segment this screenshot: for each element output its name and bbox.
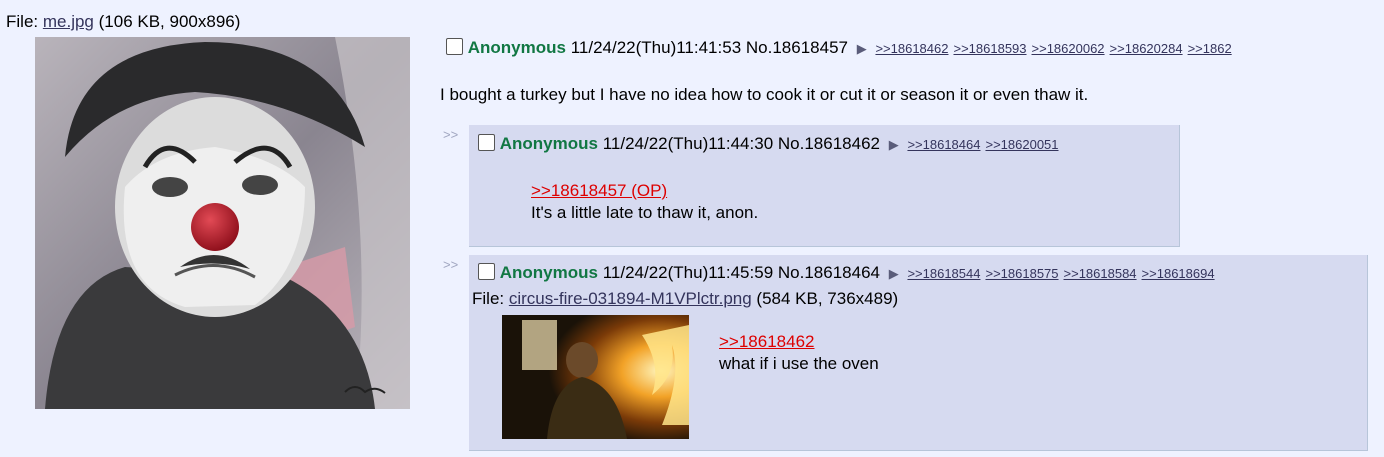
op-comment: I bought a turkey but I have no idea how… xyxy=(440,85,1089,104)
post-menu-arrow-icon[interactable]: ▶ xyxy=(889,266,899,282)
reply-comment: >>18618457 (OP) It's a little late to th… xyxy=(531,180,758,224)
poster-name: Anonymous xyxy=(499,263,598,282)
backlink[interactable]: >>18618464 xyxy=(907,137,980,152)
reply-side-arrows: >> xyxy=(443,127,459,142)
post-number[interactable]: No.18618464 xyxy=(778,263,880,282)
checkbox-icon[interactable] xyxy=(478,263,495,280)
circus-fire-image xyxy=(502,315,689,439)
reply-image-thumbnail[interactable] xyxy=(502,315,689,439)
backlink[interactable]: >>18618462 xyxy=(875,41,948,56)
op-file-info: File: me.jpg (106 KB, 900x896) xyxy=(6,12,240,32)
file-label: File: xyxy=(472,289,505,308)
reply-side-arrows: >> xyxy=(443,257,459,272)
checkbox-icon[interactable] xyxy=(446,38,463,55)
post-datetime: 11/24/22(Thu)11:41:53 xyxy=(570,38,742,57)
post-menu-arrow-icon[interactable]: ▶ xyxy=(857,41,867,57)
file-label: File: xyxy=(6,12,39,31)
reply-comment: >>18618462 what if i use the oven xyxy=(719,331,879,375)
reply-file-info: File: circus-fire-031894-M1VPlctr.png (5… xyxy=(472,289,898,309)
poster-name: Anonymous xyxy=(499,134,598,153)
quote-link[interactable]: >>18618462 xyxy=(719,332,815,351)
op-file-link[interactable]: me.jpg xyxy=(43,12,94,31)
checkbox-icon[interactable] xyxy=(478,134,495,151)
comment-text: It's a little late to thaw it, anon. xyxy=(531,203,759,222)
reply-post: Anonymous 11/24/22(Thu)11:45:59 No.18618… xyxy=(469,255,1368,451)
file-meta: (584 KB, 736x489) xyxy=(756,289,899,308)
comment-text: what if i use the oven xyxy=(719,354,879,373)
backlink[interactable]: >>18618694 xyxy=(1142,266,1215,281)
post-number[interactable]: No.18618462 xyxy=(778,134,880,153)
backlink[interactable]: >>1862 xyxy=(1188,41,1232,56)
reply-file-link[interactable]: circus-fire-031894-M1VPlctr.png xyxy=(509,289,752,308)
op-post-header: Anonymous 11/24/22(Thu)11:41:53 No.18618… xyxy=(446,38,1237,58)
quote-link[interactable]: >>18618457 (OP) xyxy=(531,181,667,200)
file-meta: (106 KB, 900x896) xyxy=(98,12,241,31)
backlink[interactable]: >>18620051 xyxy=(985,137,1058,152)
post-datetime: 11/24/22(Thu)11:44:30 xyxy=(602,134,774,153)
post-number[interactable]: No.18618457 xyxy=(746,38,848,57)
reply-header: Anonymous 11/24/22(Thu)11:44:30 No.18618… xyxy=(478,134,1064,154)
backlink[interactable]: >>18618544 xyxy=(907,266,980,281)
poster-name: Anonymous xyxy=(467,38,566,57)
reply-post: Anonymous 11/24/22(Thu)11:44:30 No.18618… xyxy=(469,125,1180,247)
backlink[interactable]: >>18618575 xyxy=(985,266,1058,281)
backlink[interactable]: >>18620284 xyxy=(1110,41,1183,56)
backlink[interactable]: >>18618593 xyxy=(953,41,1026,56)
sad-clown-image xyxy=(35,37,410,409)
post-menu-arrow-icon[interactable]: ▶ xyxy=(889,137,899,153)
post-datetime: 11/24/22(Thu)11:45:59 xyxy=(602,263,774,282)
backlink[interactable]: >>18620062 xyxy=(1032,41,1105,56)
op-image-thumbnail[interactable] xyxy=(35,37,410,409)
backlink[interactable]: >>18618584 xyxy=(1064,266,1137,281)
reply-header: Anonymous 11/24/22(Thu)11:45:59 No.18618… xyxy=(478,263,1220,283)
